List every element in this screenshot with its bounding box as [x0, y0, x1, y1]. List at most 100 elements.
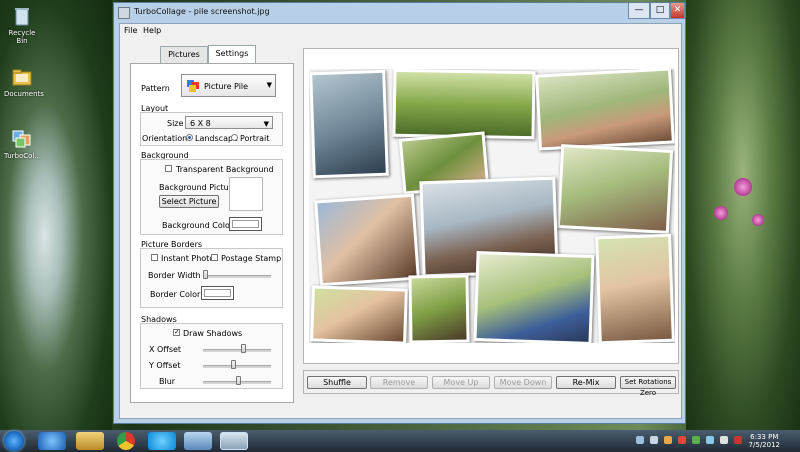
collage-photo[interactable] [392, 69, 536, 140]
instant-photo-checkbox[interactable] [151, 254, 158, 261]
desktop-wallpaper-right [686, 0, 800, 430]
flower [734, 178, 752, 196]
start-button[interactable] [4, 431, 24, 451]
size-label: Size [167, 119, 184, 128]
y-offset-slider[interactable] [231, 360, 237, 369]
shadows-group: ✓ Draw Shadows X Offset Y Offset Blur [140, 323, 283, 389]
border-width-slider[interactable] [203, 270, 208, 279]
close-button[interactable]: ✕ [670, 3, 685, 19]
collage-photo[interactable] [309, 69, 389, 179]
postage-stamp-label: Postage Stamp [221, 254, 282, 263]
move-down-button[interactable]: Move Down [494, 376, 552, 389]
folder-icon [12, 69, 32, 86]
window-client-area: File Help Pictures Settings Pattern Pict… [119, 23, 682, 419]
picture-pile-icon [187, 80, 199, 92]
desktop-icon-recycle-bin[interactable]: Recycle Bin [4, 5, 40, 45]
pattern-label: Pattern [141, 84, 170, 93]
border-color-swatch[interactable] [201, 286, 234, 300]
layout-group: Size 6 X 8 ▼ Orientation Landscape Portr… [140, 112, 283, 146]
tab-settings[interactable]: Settings [208, 45, 256, 64]
desktop-icon-label: TurboCol... [4, 152, 42, 160]
shuffle-button[interactable]: Shuffle [307, 376, 367, 389]
pattern-value: Picture Pile [204, 82, 249, 91]
turbocollage-window: TurboCollage - pile screenshot.jpg — □ ✕… [113, 2, 686, 424]
clock-time: 6:33 PM [750, 433, 779, 441]
internet-explorer-icon[interactable] [38, 432, 66, 450]
landscape-radio[interactable] [186, 134, 193, 141]
collage-photo[interactable] [595, 233, 675, 343]
clock-date: 7/5/2012 [748, 441, 780, 449]
y-offset-label: Y Offset [149, 361, 181, 370]
blur-label: Blur [159, 377, 176, 386]
file-explorer-icon[interactable] [76, 432, 104, 450]
set-rotations-zero-button[interactable]: Set Rotations Zero [620, 376, 676, 397]
border-color-label: Border Color [150, 290, 201, 299]
blur-slider[interactable] [235, 376, 241, 385]
collage-photo[interactable] [535, 69, 675, 151]
turbocollage-taskbar-icon[interactable] [220, 432, 248, 450]
picture-borders-group: Instant Photo Postage Stamp Border Width… [140, 248, 283, 308]
tray-icon[interactable] [706, 436, 714, 444]
portrait-radio[interactable] [231, 134, 238, 141]
desktop-icon-documents[interactable]: Documents [4, 66, 44, 98]
window-title: TurboCollage - pile screenshot.jpg [134, 7, 270, 16]
flower [714, 206, 728, 220]
tray-icon[interactable] [650, 436, 658, 444]
x-offset-slider[interactable] [240, 344, 246, 353]
remove-button[interactable]: Remove [370, 376, 428, 389]
desktop-wallpaper-left [0, 0, 112, 430]
clock[interactable]: 6:33 PM 7/5/2012 [749, 433, 780, 449]
menu-help[interactable]: Help [143, 26, 161, 35]
collage-canvas[interactable] [309, 69, 675, 343]
tab-pictures[interactable]: Pictures [160, 46, 208, 63]
volume-icon[interactable] [720, 436, 728, 444]
tray-icon[interactable] [678, 436, 686, 444]
chevron-down-icon: ▼ [263, 120, 269, 129]
chrome-icon[interactable] [117, 432, 135, 450]
title-bar[interactable]: TurboCollage - pile screenshot.jpg — □ ✕ [114, 3, 685, 23]
size-dropdown[interactable]: 6 X 8 ▼ [185, 116, 273, 129]
remix-button[interactable]: Re-Mix [556, 376, 616, 389]
turbocollage-shortcut-icon [12, 130, 31, 148]
desktop-icon-label: Documents [4, 90, 44, 98]
collage-photo[interactable] [408, 274, 470, 343]
taskbar: 6:33 PM 7/5/2012 [0, 430, 800, 452]
menu-file[interactable]: File [124, 26, 137, 35]
background-picture-preview [229, 177, 263, 211]
move-up-button[interactable]: Move Up [432, 376, 490, 389]
collage-photo[interactable] [310, 285, 408, 343]
draw-shadows-checkbox[interactable]: ✓ [173, 329, 180, 336]
background-color-swatch[interactable] [229, 217, 262, 231]
desktop-icon-turbocollage[interactable]: TurboCol... [4, 128, 42, 160]
y-offset-track [203, 365, 271, 368]
collage-photo[interactable] [473, 250, 595, 343]
minimize-button[interactable]: — [628, 3, 650, 19]
chevron-down-icon: ▼ [266, 81, 272, 90]
app-icon [118, 7, 130, 19]
menu-bar: File Help [120, 24, 681, 38]
orientation-label: Orientation [142, 134, 188, 143]
tray-icon[interactable] [734, 436, 742, 444]
background-picture-label: Background Picture [159, 183, 237, 192]
settings-panel: Pattern Picture Pile ▼ Layout Size 6 X 8… [130, 63, 294, 403]
tray-icon[interactable] [664, 436, 672, 444]
pattern-dropdown[interactable]: Picture Pile ▼ [181, 74, 276, 97]
collage-photo[interactable] [556, 144, 674, 234]
recycle-bin-icon [15, 8, 29, 26]
transparent-background-checkbox[interactable] [165, 165, 172, 172]
transparent-background-label: Transparent Background [176, 165, 274, 174]
postage-stamp-checkbox[interactable] [211, 254, 218, 261]
collage-photo[interactable] [314, 193, 420, 287]
x-offset-label: X Offset [149, 345, 182, 354]
border-width-label: Border Width [148, 271, 201, 280]
remote-desktop-icon[interactable] [184, 432, 212, 450]
x-offset-track [203, 349, 271, 352]
background-color-label: Background Color [162, 221, 234, 230]
maximize-button[interactable]: □ [650, 3, 670, 19]
draw-shadows-label: Draw Shadows [183, 329, 243, 338]
instant-photo-label: Instant Photo [161, 254, 215, 263]
network-tray-icon[interactable] [636, 436, 644, 444]
select-picture-button[interactable]: Select Picture [159, 195, 219, 208]
skype-icon[interactable] [148, 432, 176, 450]
tray-icon[interactable] [692, 436, 700, 444]
